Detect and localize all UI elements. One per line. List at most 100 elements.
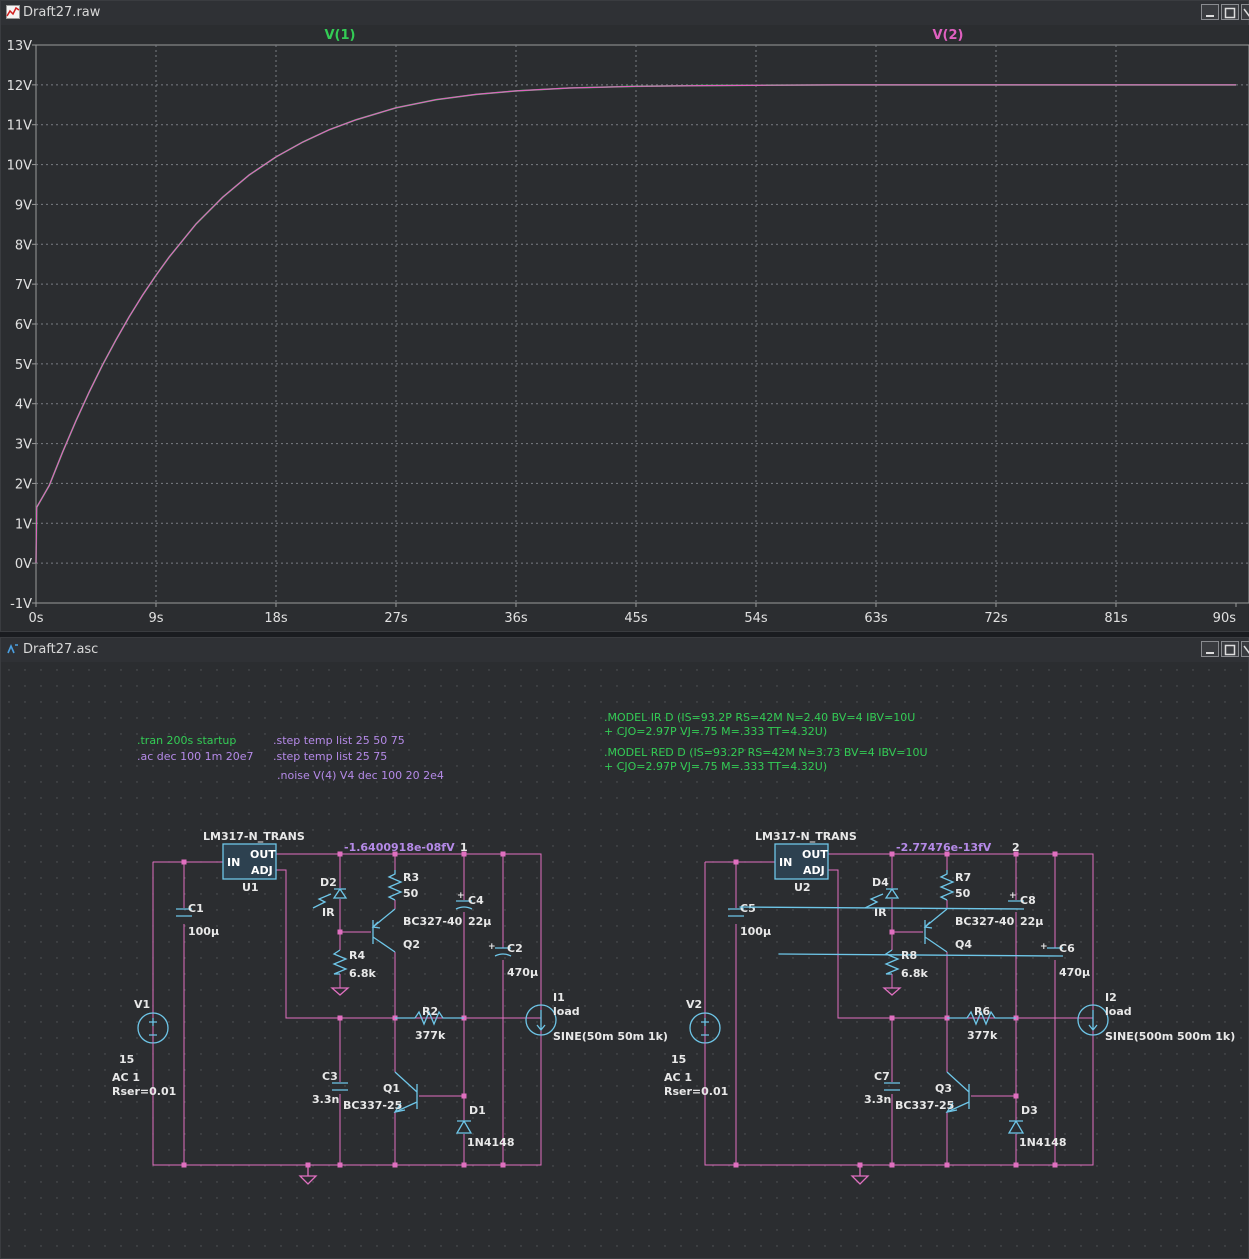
- node-label[interactable]: 2: [1012, 841, 1020, 854]
- regulator-model[interactable]: LM317-N_TRANS: [203, 830, 305, 843]
- q1-ref[interactable]: Q3: [935, 1082, 952, 1095]
- regulator-pin-out[interactable]: OUT: [250, 848, 276, 861]
- q2-ref[interactable]: Q2: [403, 938, 420, 951]
- c4-value[interactable]: 22µ: [468, 915, 491, 928]
- directive-ac[interactable]: .ac dec 100 1m 20e7: [137, 750, 254, 763]
- junction: [337, 929, 343, 935]
- minimize-button[interactable]: [1201, 4, 1219, 20]
- node-label[interactable]: 1: [460, 841, 468, 854]
- directive-step2[interactable]: .step temp list 25 75: [273, 750, 387, 763]
- d2-ref[interactable]: D2: [320, 876, 337, 889]
- directive-model-ir-cont[interactable]: + CJO=2.97P VJ=.75 M=.333 TT=4.32U): [604, 725, 827, 738]
- i1-load[interactable]: load: [1105, 1005, 1132, 1018]
- d1-ref[interactable]: D1: [469, 1104, 486, 1117]
- regulator-pin-in[interactable]: IN: [227, 856, 240, 869]
- r3-ref[interactable]: R7: [955, 871, 971, 884]
- c2-plus[interactable]: +: [1040, 942, 1048, 952]
- v1-value[interactable]: 15: [671, 1053, 686, 1066]
- i1-ref[interactable]: I2: [1105, 991, 1117, 1004]
- c1-ref[interactable]: C5: [740, 902, 756, 915]
- regulator-pin-out[interactable]: OUT: [802, 848, 828, 861]
- r2-ref[interactable]: R2: [422, 1005, 438, 1018]
- trace-label-v1[interactable]: V(1): [325, 28, 356, 43]
- directive-model-ir[interactable]: .MODEL IR D (IS=93.2P RS=42M N=2.40 BV=4…: [604, 711, 915, 724]
- r2-ref[interactable]: R6: [974, 1005, 990, 1018]
- schematic-window[interactable]: Draft27.asc .tran 200s startup .ac dec 1…: [0, 637, 1249, 1259]
- junction: [889, 851, 895, 857]
- q1-model[interactable]: BC337-25: [343, 1099, 402, 1112]
- regulator-ref[interactable]: U1: [242, 881, 259, 894]
- d2-model[interactable]: IR: [322, 906, 335, 919]
- r2-value[interactable]: 377k: [967, 1029, 998, 1042]
- r3-value[interactable]: 50: [403, 887, 419, 900]
- r4-ref[interactable]: R4: [349, 949, 365, 962]
- regulator-pin-adj[interactable]: ADJ: [251, 864, 273, 877]
- d1-model[interactable]: 1N4148: [1019, 1136, 1066, 1149]
- d1-model[interactable]: 1N4148: [467, 1136, 514, 1149]
- c2-ref[interactable]: C2: [507, 942, 523, 955]
- q2-model[interactable]: BC327-40: [955, 915, 1015, 928]
- d1-ref[interactable]: D3: [1021, 1104, 1038, 1117]
- close-button[interactable]: [1241, 4, 1249, 20]
- i1-ref[interactable]: I1: [553, 991, 565, 1004]
- c4-ref[interactable]: C8: [1020, 894, 1036, 907]
- trace-label-v2[interactable]: V(2): [933, 28, 964, 43]
- q2-model[interactable]: BC327-40: [403, 915, 463, 928]
- schematic-canvas[interactable]: .tran 200s startup .ac dec 100 1m 20e7 .…: [1, 662, 1248, 1258]
- c3-ref[interactable]: C3: [322, 1070, 338, 1083]
- c4-ref[interactable]: C4: [468, 894, 484, 907]
- regulator-pin-adj[interactable]: ADJ: [803, 864, 825, 877]
- i1-load[interactable]: load: [553, 1005, 580, 1018]
- directive-step1[interactable]: .step temp list 25 50 75: [273, 734, 405, 747]
- directive-tran[interactable]: .tran 200s startup: [137, 734, 236, 747]
- d2-ref[interactable]: D4: [872, 876, 889, 889]
- v1-ref[interactable]: V1: [134, 998, 150, 1011]
- c1-value[interactable]: 100µ: [740, 925, 771, 938]
- r4-ref[interactable]: R8: [901, 949, 917, 962]
- regulator-ref[interactable]: U2: [794, 881, 811, 894]
- q1-ref[interactable]: Q1: [383, 1082, 400, 1095]
- node-probe-value[interactable]: -1.6400918e-08fV: [344, 841, 455, 854]
- c2-ref[interactable]: C6: [1059, 942, 1075, 955]
- i1-sine[interactable]: SINE(500m 500m 1k): [1105, 1030, 1235, 1043]
- schematic-window-titlebar[interactable]: Draft27.asc: [1, 638, 1249, 663]
- plot-window-titlebar[interactable]: Draft27.raw: [1, 1, 1249, 26]
- regulator-pin-in[interactable]: IN: [779, 856, 792, 869]
- v1-value[interactable]: 15: [119, 1053, 134, 1066]
- v1-rser[interactable]: Rser=0.01: [112, 1085, 176, 1098]
- c4-value[interactable]: 22µ: [1020, 915, 1043, 928]
- r2-value[interactable]: 377k: [415, 1029, 446, 1042]
- maximize-button[interactable]: [1221, 641, 1239, 657]
- c2-plus[interactable]: +: [488, 942, 496, 952]
- c2-value[interactable]: 470µ: [507, 966, 538, 979]
- r3-ref[interactable]: R3: [403, 871, 419, 884]
- c2-value[interactable]: 470µ: [1059, 966, 1090, 979]
- r4-value[interactable]: 6.8k: [901, 967, 928, 980]
- directive-noise[interactable]: .noise V(4) V4 dec 100 20 2e4: [277, 769, 444, 782]
- regulator-model[interactable]: LM317-N_TRANS: [755, 830, 857, 843]
- directive-model-red-cont[interactable]: + CJO=2.97P VJ=.75 M=.333 TT=4.32U): [604, 760, 827, 773]
- r3-value[interactable]: 50: [955, 887, 971, 900]
- c1-ref[interactable]: C1: [188, 902, 204, 915]
- v1-ref[interactable]: V2: [686, 998, 702, 1011]
- v1-ac[interactable]: AC 1: [664, 1071, 692, 1084]
- waveform-plot[interactable]: 13V 12V 11V 10V 9V 8V 7V 6V 5V 4V 3V 2V 1V 0V -1V 0s 9s…: [1, 25, 1249, 631]
- i1-sine[interactable]: SINE(50m 50m 1k): [553, 1030, 668, 1043]
- c3-value[interactable]: 3.3n: [312, 1093, 339, 1106]
- c3-ref[interactable]: C7: [874, 1070, 890, 1083]
- v1-rser[interactable]: Rser=0.01: [664, 1085, 728, 1098]
- maximize-button[interactable]: [1221, 4, 1239, 20]
- v1-ac[interactable]: AC 1: [112, 1071, 140, 1084]
- q2-ref[interactable]: Q4: [955, 938, 972, 951]
- c1-value[interactable]: 100µ: [188, 925, 219, 938]
- directive-model-red[interactable]: .MODEL RED D (IS=93.2P RS=42M N=3.73 BV=…: [604, 746, 928, 759]
- c4-plus[interactable]: +: [1009, 891, 1017, 901]
- r4-value[interactable]: 6.8k: [349, 967, 376, 980]
- close-button[interactable]: [1241, 641, 1249, 657]
- node-probe-value[interactable]: -2.77476e-13fV: [896, 841, 992, 854]
- plot-window[interactable]: Draft27.raw 13V 12V 11V 10V 9V 8V 7V 6V 5V 4V 3V 2V…: [0, 0, 1249, 632]
- c4-plus[interactable]: +: [457, 891, 465, 901]
- c3-value[interactable]: 3.3n: [864, 1093, 891, 1106]
- minimize-button[interactable]: [1201, 641, 1219, 657]
- q1-model[interactable]: BC337-25: [895, 1099, 954, 1112]
